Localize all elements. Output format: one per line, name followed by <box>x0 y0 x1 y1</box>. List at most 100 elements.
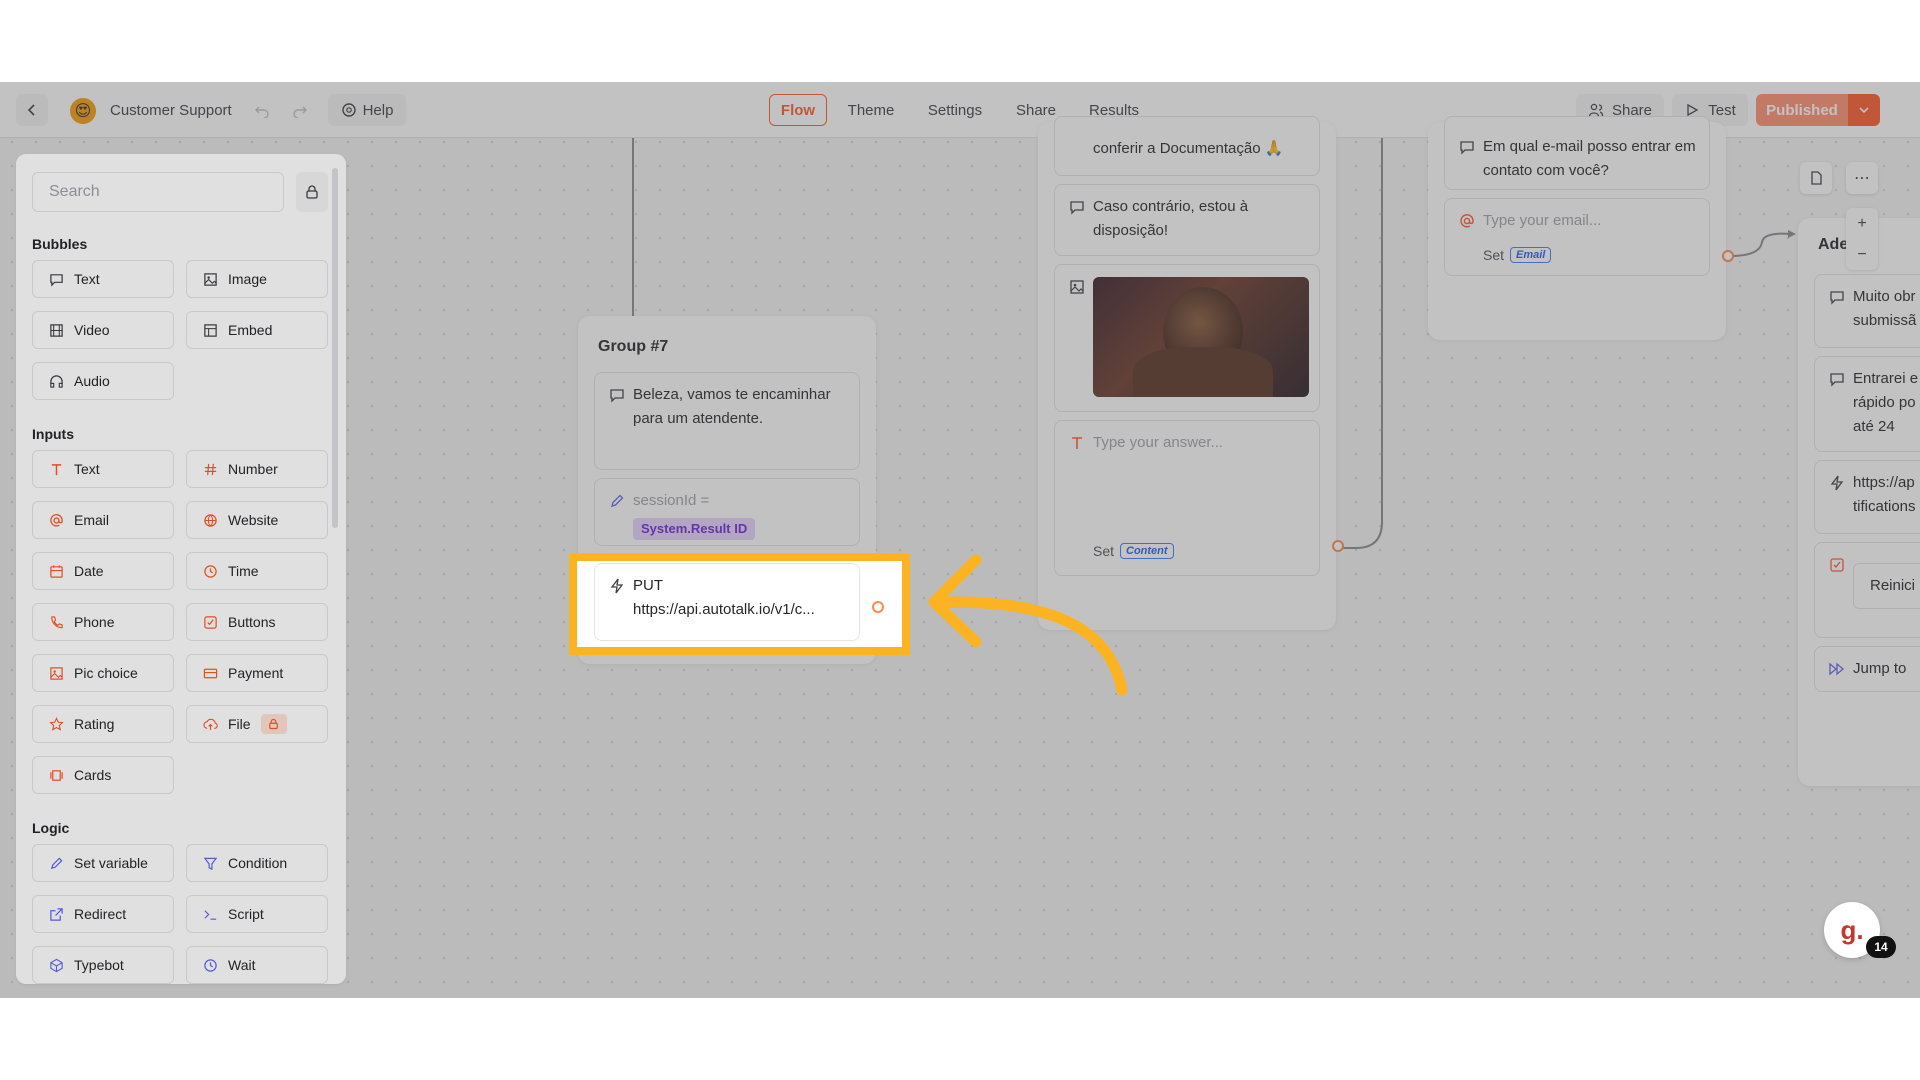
session-id-value-row: System.Result ID <box>633 517 756 541</box>
annotation-arrow <box>928 554 1128 696</box>
input-number-block[interactable]: Number <box>186 450 328 488</box>
image-icon <box>50 666 63 680</box>
middle-group-output-port[interactable] <box>1332 540 1344 552</box>
input-file-block[interactable]: File <box>186 705 328 743</box>
block-label: Pic choice <box>74 665 138 681</box>
buttons-block[interactable]: Reinici <box>1814 542 1920 638</box>
external-link-icon <box>50 907 63 921</box>
jump-block[interactable]: Jump to <box>1814 646 1920 692</box>
image-bubble[interactable] <box>1054 264 1320 412</box>
set-label: Set <box>1483 247 1505 263</box>
block-label: Email <box>74 512 110 528</box>
gif-image <box>1093 277 1309 397</box>
terminal-icon <box>204 909 217 920</box>
group-7-text-bubble[interactable]: Beleza, vamos te encaminhar para um aten… <box>594 372 860 470</box>
filter-icon <box>203 857 218 870</box>
blocks-sidebar: Search Bubbles Text Image Video Embed Au… <box>16 154 346 984</box>
logic-section-title: Logic <box>32 820 70 836</box>
input-time-block[interactable]: Time <box>186 552 328 590</box>
at-sign-icon <box>1460 214 1474 228</box>
block-label: Buttons <box>228 614 276 630</box>
block-label: Phone <box>74 614 115 630</box>
session-id-label: sessionId = <box>633 492 710 509</box>
contact-text: Entrarei e rápido po em até 24 <box>1853 370 1920 435</box>
email-question-text: Em qual e-mail posso entrar em contato c… <box>1483 138 1696 179</box>
input-buttons-block[interactable]: Buttons <box>186 603 328 641</box>
pencil-icon <box>50 856 63 869</box>
more-options-button[interactable]: ⋯ <box>1846 162 1878 194</box>
block-label: Script <box>228 906 264 922</box>
pencil-icon <box>611 494 624 507</box>
contact-bubble[interactable]: Entrarei e rápido po em até 24 <box>1814 356 1920 452</box>
webhook-block-right[interactable]: https://ap tifications <box>1814 460 1920 534</box>
input-rating-block[interactable]: Rating <box>32 705 174 743</box>
logic-typebot-block[interactable]: Typebot <box>32 946 174 984</box>
block-label: Video <box>74 322 110 338</box>
file-icon <box>1811 171 1822 185</box>
search-input[interactable]: Search <box>32 172 284 212</box>
email-group-output-port[interactable] <box>1722 250 1734 262</box>
notification-count-badge: 14 <box>1866 936 1896 958</box>
input-text-block[interactable]: Text <box>32 450 174 488</box>
set-variable-block[interactable]: sessionId = System.Result ID <box>594 478 860 546</box>
input-cards-block[interactable]: Cards <box>32 756 174 794</box>
inputs-section-title: Inputs <box>32 426 74 442</box>
email-variable-tag: Email <box>1510 247 1552 263</box>
email-input-block[interactable]: Type your email... Set Email <box>1444 198 1710 276</box>
star-icon <box>49 716 64 731</box>
logic-set-variable-block[interactable]: Set variable <box>32 844 174 882</box>
block-label: Typebot <box>74 957 124 973</box>
thanks-bubble[interactable]: Muito obr submissã <box>1814 274 1920 348</box>
block-label: Audio <box>74 373 110 389</box>
text-input-icon <box>1072 437 1082 449</box>
message-icon <box>1830 291 1844 305</box>
block-label: Image <box>228 271 267 287</box>
text-bubble-doc[interactable]: conferir a Documentação 🙏 <box>1054 116 1320 176</box>
calendar-icon <box>50 564 63 578</box>
zoom-out-button[interactable]: − <box>1846 239 1878 270</box>
logic-script-block[interactable]: Script <box>186 895 328 933</box>
far-right-group[interactable]: Ade Muito obr submissã Entrarei e rápido… <box>1798 218 1920 786</box>
block-label: Set variable <box>74 855 148 871</box>
checkbox-icon <box>1830 558 1844 572</box>
bubble-text-block[interactable]: Text <box>32 260 174 298</box>
input-email-block[interactable]: Email <box>32 501 174 539</box>
app-window: 😍 Customer Support Help Flow Theme Setti… <box>0 82 1920 998</box>
lock-icon <box>306 185 318 199</box>
input-payment-block[interactable]: Payment <box>186 654 328 692</box>
email-set-row: Set Email <box>1483 243 1552 267</box>
block-label: Condition <box>228 855 288 871</box>
clock-icon <box>204 564 217 578</box>
phone-icon <box>51 615 63 628</box>
email-group[interactable]: Em qual e-mail posso entrar em contato c… <box>1428 116 1726 340</box>
zoom-in-button[interactable]: + <box>1846 208 1878 239</box>
type-icon <box>51 463 62 475</box>
scrollbar-thumb[interactable] <box>332 168 338 528</box>
zoom-controls: + − <box>1846 208 1878 270</box>
upload-cloud-icon <box>203 718 218 730</box>
input-date-block[interactable]: Date <box>32 552 174 590</box>
block-label: Text <box>74 461 100 477</box>
group-7-text: Beleza, vamos te encaminhar para um aten… <box>633 386 831 427</box>
bubble-embed-block[interactable]: Embed <box>186 311 328 349</box>
bubble-video-block[interactable]: Video <box>32 311 174 349</box>
text-bubble-disposicao[interactable]: Caso contrário, estou à disposição! <box>1054 184 1320 256</box>
sidebar-scrollbar[interactable] <box>330 154 340 984</box>
email-question-bubble[interactable]: Em qual e-mail posso entrar em contato c… <box>1444 116 1710 190</box>
input-website-block[interactable]: Website <box>186 501 328 539</box>
bubble-audio-block[interactable]: Audio <box>32 362 174 400</box>
restart-button[interactable]: Reinici <box>1853 563 1920 609</box>
input-phone-block[interactable]: Phone <box>32 603 174 641</box>
input-pic-choice-block[interactable]: Pic choice <box>32 654 174 692</box>
logic-redirect-block[interactable]: Redirect <box>32 895 174 933</box>
document-button[interactable] <box>1800 162 1832 194</box>
lock-sidebar-button[interactable] <box>296 172 328 212</box>
doc-text: conferir a Documentação 🙏 <box>1093 140 1284 157</box>
ellipsis-icon: ⋯ <box>1854 170 1870 187</box>
block-label: Redirect <box>74 906 127 922</box>
logic-wait-block[interactable]: Wait <box>186 946 328 984</box>
logic-condition-block[interactable]: Condition <box>186 844 328 882</box>
block-label: Time <box>228 563 259 579</box>
bubble-image-block[interactable]: Image <box>186 260 328 298</box>
checkbox-icon <box>204 615 217 629</box>
